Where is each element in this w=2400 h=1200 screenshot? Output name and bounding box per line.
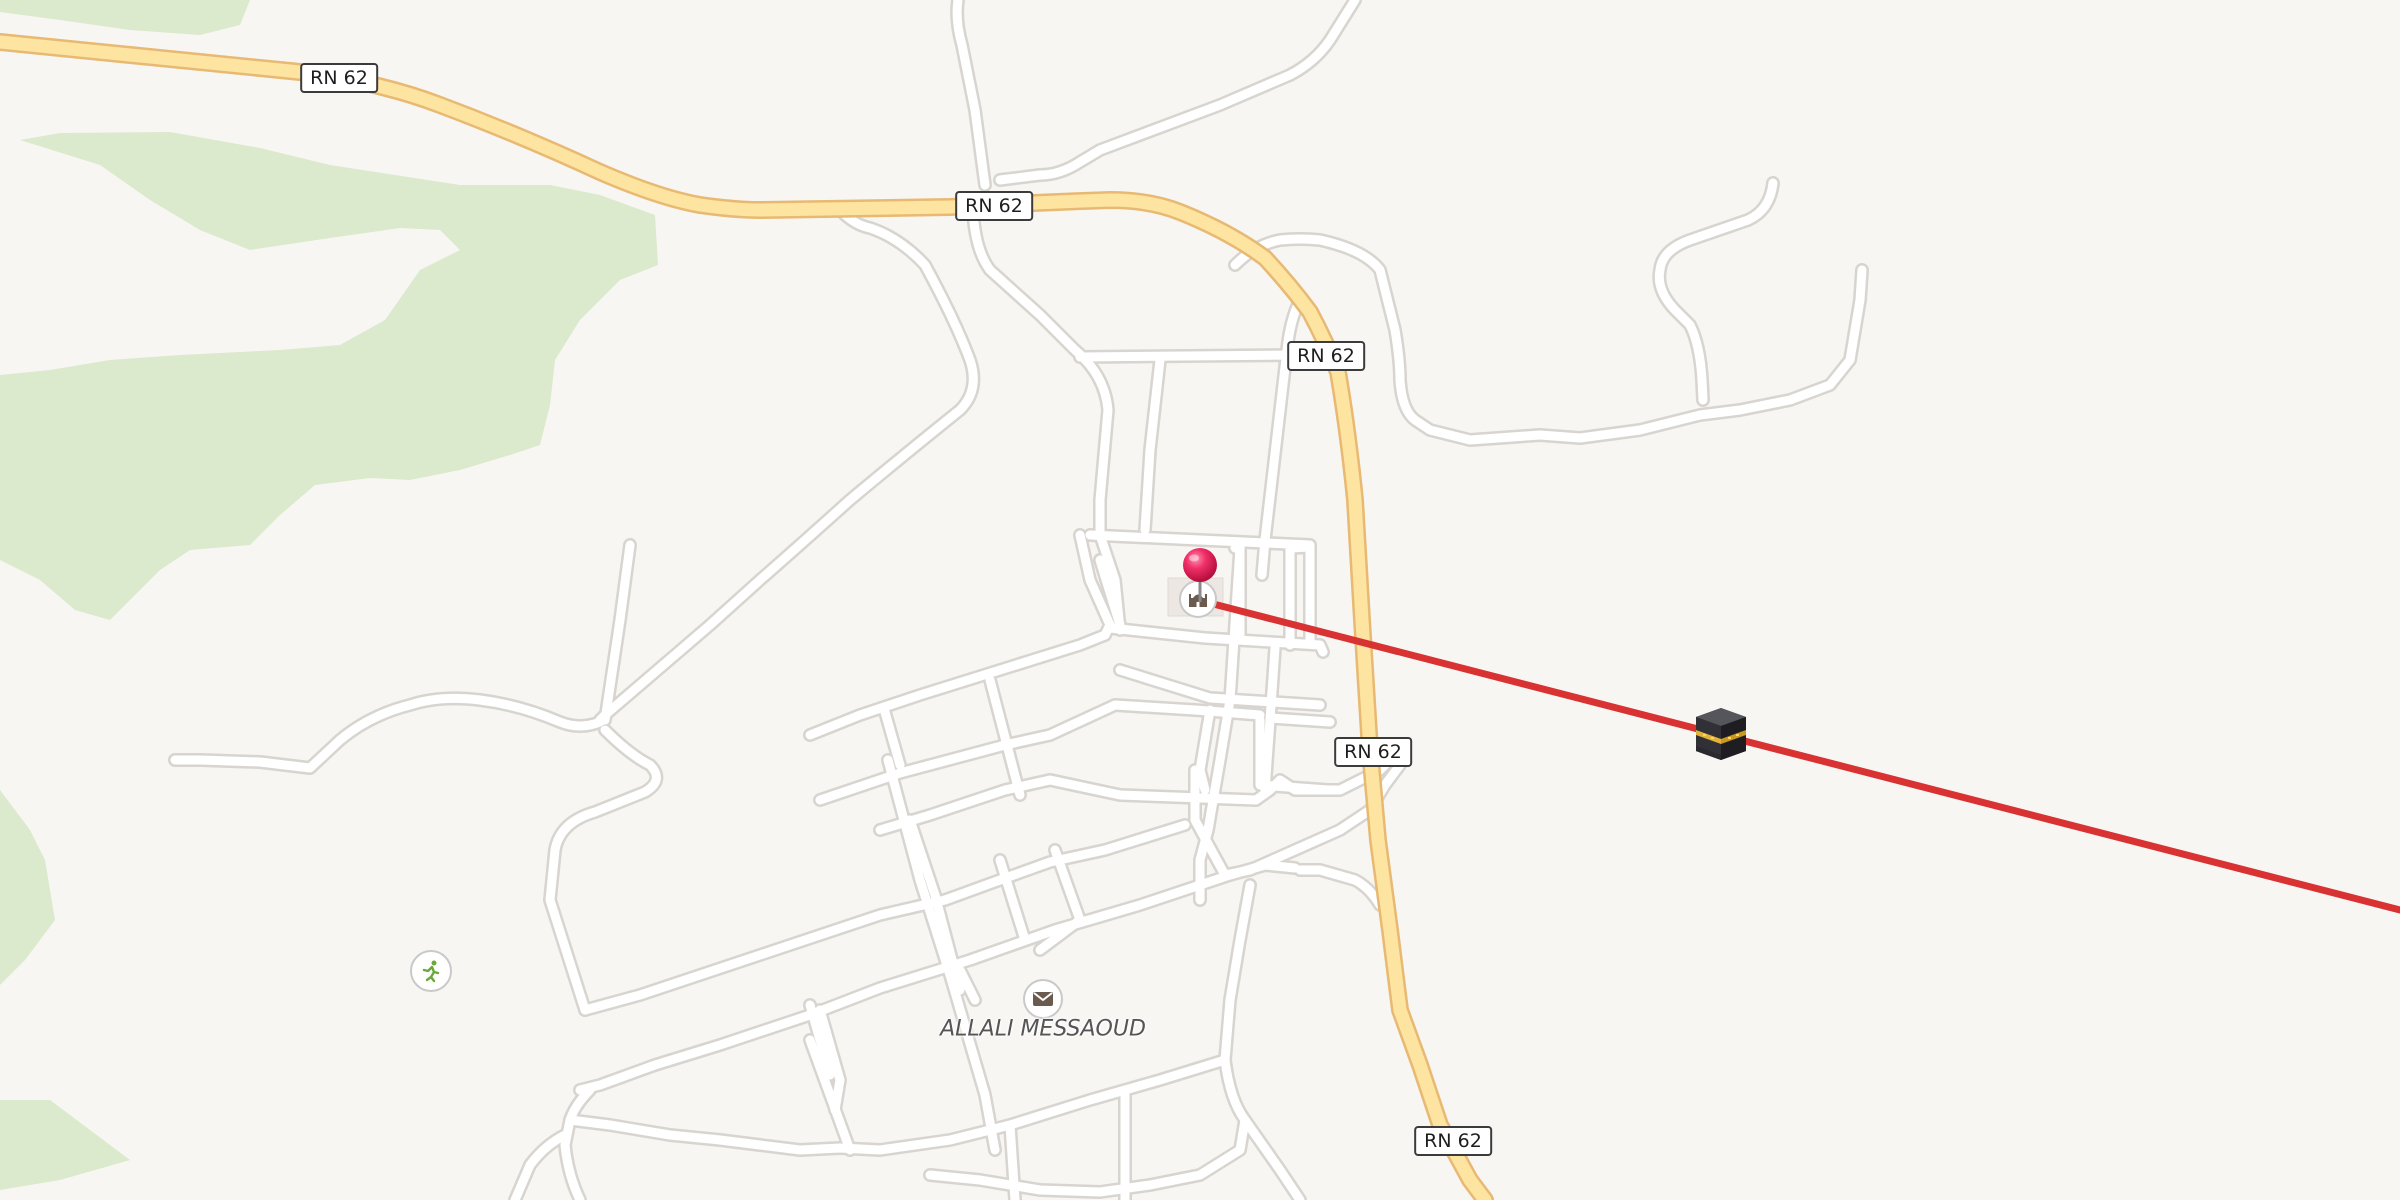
road-shield-rn62[interactable]: RN 62 (955, 191, 1033, 221)
location-pin-icon (1183, 548, 1217, 602)
post-office-poi[interactable] (1023, 979, 1063, 1019)
map-view[interactable]: RN 62 RN 62 RN 62 RN 62 RN 62 ALLALI MES… (0, 0, 2400, 1200)
road-shield-rn62[interactable]: RN 62 (1414, 1126, 1492, 1156)
sport-poi[interactable] (410, 950, 452, 992)
road-shield-rn62[interactable]: RN 62 (1287, 341, 1365, 371)
kaaba-icon (1696, 708, 1746, 760)
mail-icon (1033, 992, 1053, 1006)
location-pin[interactable] (1180, 546, 1220, 602)
place-label: ALLALI MESSAOUD (940, 1016, 1146, 1042)
road-shield-rn62[interactable]: RN 62 (300, 63, 378, 93)
running-person-icon (422, 960, 440, 983)
kaaba-marker[interactable] (1694, 706, 1748, 762)
vegetation-areas (0, 0, 658, 1190)
road-shield-rn62[interactable]: RN 62 (1334, 737, 1412, 767)
